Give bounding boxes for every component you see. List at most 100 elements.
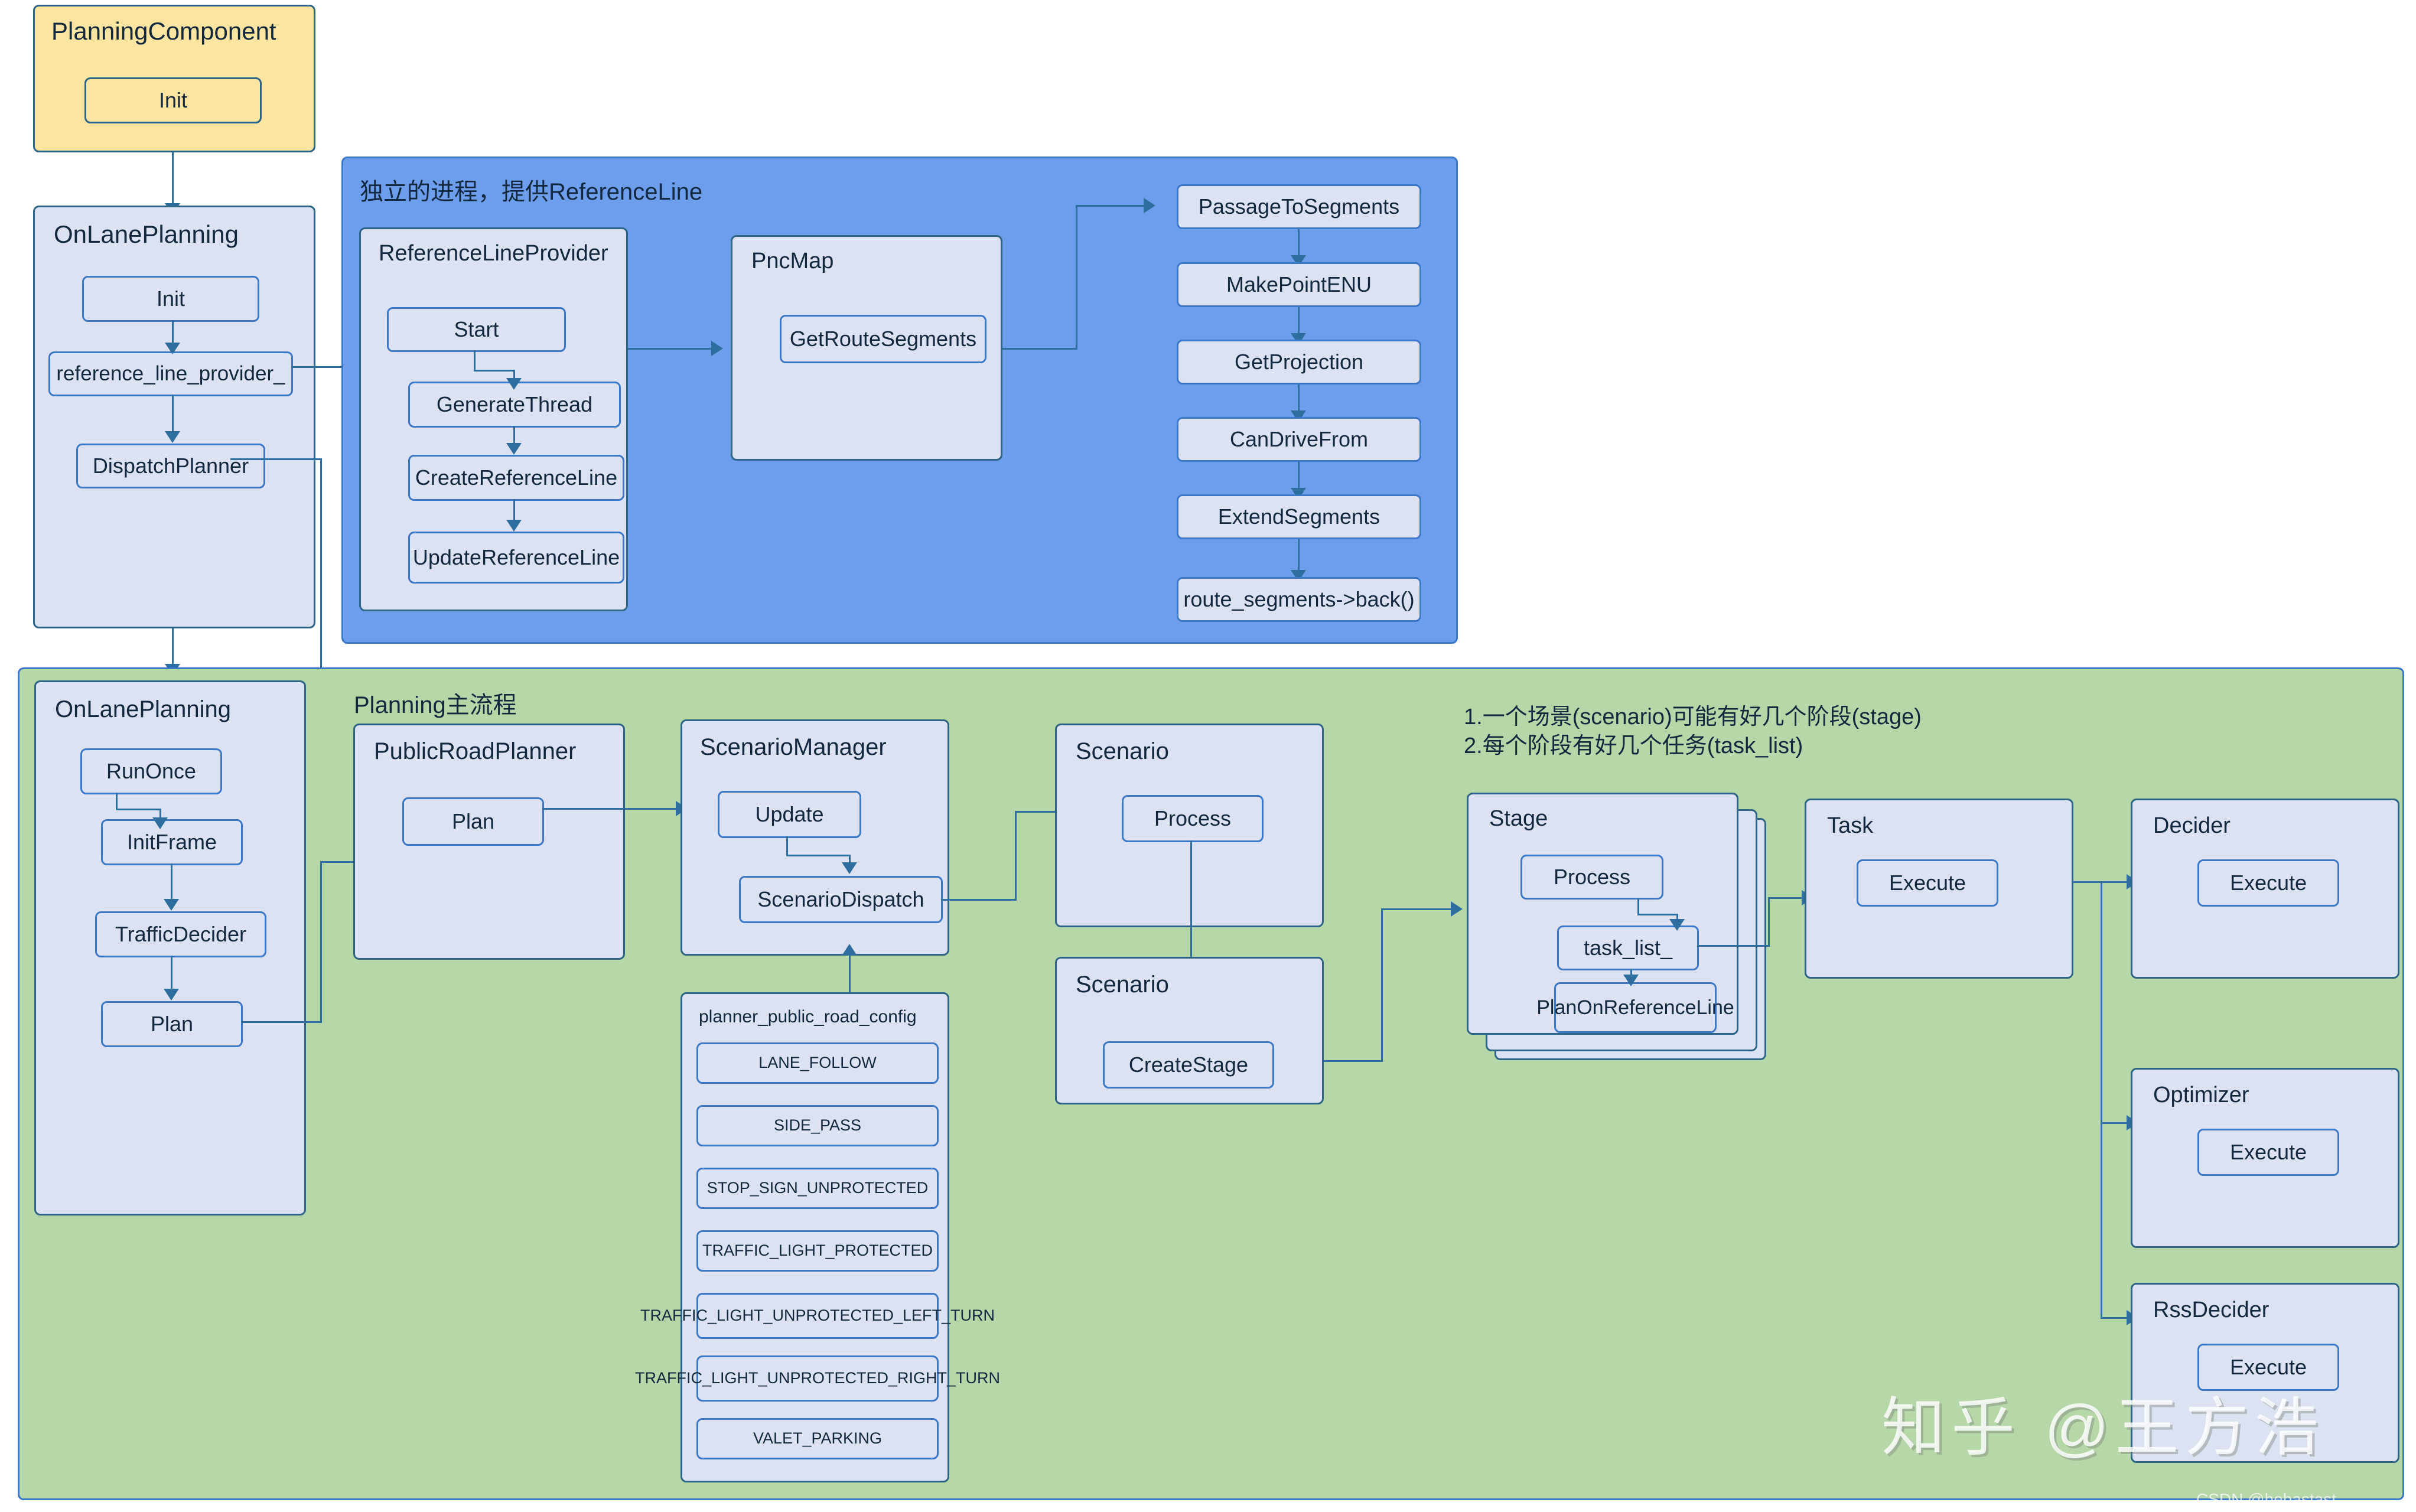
connector-plan-to-prp-h1 (241, 1021, 321, 1023)
node-config-traffic-light-unprotected-right-turn[interactable]: TRAFFIC_LIGHT_UNPROTECTED_RIGHT_TURN (635, 1355, 1000, 1402)
node-optimizer-execute[interactable]: Execute (2197, 1129, 2339, 1176)
connector-pncmap-out-h (1002, 348, 1077, 350)
connector-extend-to-back (1298, 539, 1300, 575)
node-route-segments-back[interactable]: route_segments->back() (1177, 577, 1421, 622)
connector-top-to-green-onlane (172, 628, 174, 669)
node-traffic-decider[interactable]: TrafficDecider (95, 911, 266, 957)
node-planning-component-init[interactable]: Init (84, 77, 262, 123)
connector-planning-to-onlane (172, 152, 174, 206)
connector-dispatch-to-scenario-v (1015, 811, 1017, 901)
node-config-valet-parking[interactable]: VALET_PARKING (696, 1418, 939, 1459)
arrowhead-rlprovider-to-pncmap (711, 341, 723, 356)
node-create-stage[interactable]: CreateStage (1103, 1041, 1274, 1089)
group-title-decider: Decider (2153, 813, 2231, 838)
connector-start-elbow-h (474, 370, 515, 372)
node-plan-on-reference-line[interactable]: PlanOnReferenceLine (1536, 982, 1734, 1033)
group-caption-planning-main: Planning主流程 (354, 692, 517, 718)
node-config-side-pass[interactable]: SIDE_PASS (696, 1105, 939, 1146)
group-planning-component: PlanningComponent Init (33, 5, 315, 152)
arrowhead-createstage-to-stage (1451, 901, 1463, 917)
arrowhead-stageprocess-to-tasklist (1669, 919, 1685, 931)
node-passage-to-segments[interactable]: PassageToSegments (1177, 184, 1421, 229)
connector-tasklist-to-task-v (1768, 897, 1770, 947)
node-rlp-update-reference-line[interactable]: UpdateReferenceLine (408, 532, 624, 584)
node-can-drive-from[interactable]: CanDriveFrom (1177, 417, 1421, 462)
group-title-pnc-map: PncMap (751, 249, 834, 273)
node-scenmgr-update[interactable]: Update (718, 791, 861, 838)
connector-pncmap-to-passage-h (1076, 205, 1148, 207)
node-decider-execute[interactable]: Execute (2197, 859, 2339, 907)
node-rlp-start[interactable]: Start (387, 307, 566, 352)
node-stage-process[interactable]: Process (1520, 855, 1663, 900)
arrowhead-update-to-dispatch (842, 862, 857, 874)
node-extend-segments[interactable]: ExtendSegments (1177, 494, 1421, 539)
connector-createstage-to-stage-h1 (1324, 1060, 1383, 1062)
connector-runonce-elbow-h (116, 809, 161, 810)
group-scenario-manager: ScenarioManager Update ScenarioDispatch (680, 719, 949, 956)
group-title-on-lane-planning-top: OnLanePlanning (54, 220, 239, 248)
connector-dispatch-out-h (230, 458, 322, 460)
node-config-traffic-light-protected[interactable]: TRAFFIC_LIGHT_PROTECTED (696, 1230, 939, 1272)
node-get-route-segments[interactable]: GetRouteSegments (780, 315, 986, 363)
arrowhead-rlp-to-dispatch (165, 431, 180, 443)
group-scenario-process: Scenario Process (1055, 724, 1324, 927)
group-on-lane-planning-main: OnLanePlanning RunOnce InitFrame Traffic… (34, 680, 306, 1216)
node-plan-onlane[interactable]: Plan (101, 1001, 243, 1047)
node-get-projection[interactable]: GetProjection (1177, 340, 1421, 384)
node-stage-task-list[interactable]: task_list_ (1557, 926, 1699, 970)
node-config-stop-sign-unprotected[interactable]: STOP_SIGN_UNPROTECTED (696, 1168, 939, 1209)
arrowhead-init-to-rlp (165, 343, 180, 354)
connector-bus-to-decider (2101, 881, 2130, 883)
group-title-task: Task (1827, 813, 1874, 838)
node-reference-line-provider[interactable]: reference_line_provider_ (48, 351, 293, 396)
group-planner-public-road-config: planner_public_road_config LANE_FOLLOW S… (635, 992, 1000, 1482)
node-make-point-enu[interactable]: MakePointENU (1177, 262, 1421, 307)
group-decider: Decider Execute (2131, 799, 2399, 979)
connector-task-branch-bus (2101, 881, 2102, 1318)
group-on-lane-planning-top: OnLanePlanning Init reference_line_provi… (33, 206, 315, 628)
node-onlane-init[interactable]: Init (82, 276, 259, 322)
connector-stageprocess-elbow-h (1637, 914, 1678, 915)
group-task: Task Execute (1805, 799, 2073, 979)
group-title-scenario-process: Scenario (1076, 738, 1169, 764)
node-rlp-create-reference-line[interactable]: CreateReferenceLine (408, 455, 624, 501)
annotation-scenario-stage-task: 1.一个场景(scenario)可能有好几个阶段(stage) 2.每个阶段有好… (1464, 705, 1922, 758)
diagram-canvas: PlanningComponent Init OnLanePlanning In… (0, 0, 2416, 1512)
node-run-once[interactable]: RunOnce (80, 748, 222, 794)
node-rss-decider-execute[interactable]: Execute (2197, 1344, 2339, 1391)
node-scenario-dispatch[interactable]: ScenarioDispatch (739, 876, 943, 923)
group-stage: Stage Process task_list_ PlanOnReference… (1467, 793, 1738, 1035)
node-scenario-process[interactable]: Process (1122, 795, 1264, 842)
connector-prp-to-scenmgr (542, 808, 682, 810)
node-init-frame[interactable]: InitFrame (101, 819, 243, 865)
group-title-stage: Stage (1489, 806, 1548, 831)
group-reference-line-provider: ReferenceLineProvider Start GenerateThre… (359, 227, 628, 611)
connector-traffic-to-plan (171, 956, 172, 993)
connector-start-elbow-v1 (474, 350, 476, 372)
connector-bus-to-optimizer (2101, 1122, 2130, 1124)
node-config-lane-follow[interactable]: LANE_FOLLOW (696, 1042, 939, 1084)
group-title-rss-decider: RssDecider (2153, 1298, 2270, 1322)
connector-update-elbow-v1 (786, 836, 788, 856)
arrowhead-config-to-dispatch (842, 944, 857, 956)
group-title-planning-component: PlanningComponent (51, 17, 276, 45)
connector-rlprovider-to-pncmap (628, 348, 719, 350)
group-title-planner-public-road-config: planner_public_road_config (699, 1007, 917, 1027)
node-dispatch-planner[interactable]: DispatchPlanner (76, 444, 265, 488)
connector-createstage-to-stage-v (1381, 908, 1383, 1062)
arrowhead-create-to-update (506, 520, 522, 532)
connector-createstage-to-stage-h2 (1381, 908, 1455, 910)
node-prp-plan[interactable]: Plan (402, 797, 544, 846)
group-title-scenario-manager: ScenarioManager (700, 734, 887, 760)
connector-runonce-elbow-v1 (116, 793, 118, 810)
group-title-on-lane-planning-main: OnLanePlanning (55, 696, 232, 722)
group-title-public-road-planner: PublicRoadPlanner (374, 738, 577, 764)
arrowhead-tasklist-to-planonref (1623, 975, 1639, 986)
node-config-traffic-light-unprotected-left-turn[interactable]: TRAFFIC_LIGHT_UNPROTECTED_LEFT_TURN (640, 1293, 995, 1339)
connector-bus-to-rssdecider (2101, 1317, 2130, 1319)
arrowhead-initframe-to-traffic (164, 899, 179, 911)
arrowhead-generate-to-create (506, 443, 522, 455)
arrowhead-start-to-generate (506, 378, 522, 390)
arrowhead-runonce-to-initframe (152, 817, 168, 829)
node-task-execute[interactable]: Execute (1857, 859, 1998, 907)
